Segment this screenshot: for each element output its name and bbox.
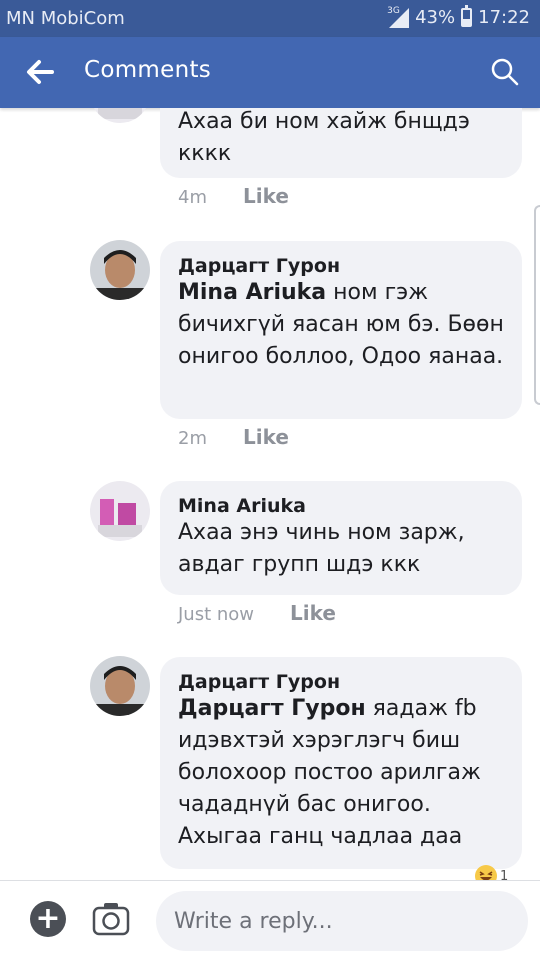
avatar[interactable] <box>90 240 150 300</box>
arrow-back-icon <box>27 60 54 84</box>
signal-icon: 3G <box>387 6 410 28</box>
comment-time: 2m <box>178 428 207 449</box>
like-button[interactable]: Like <box>290 601 336 625</box>
clock: 17:22 <box>478 7 530 28</box>
comment-author[interactable]: Дарцагт Гурон <box>178 255 504 277</box>
scrollbar[interactable] <box>534 205 540 405</box>
back-button[interactable] <box>22 55 56 89</box>
reply-input[interactable] <box>156 891 528 951</box>
comment-text: Ахаа энэ чинь ном зарж, авдаг групп шдэ … <box>178 520 465 577</box>
add-attachment-button[interactable]: + <box>30 901 66 937</box>
comment-text: Ахаа би ном хайж бнщдэ кккк <box>178 109 470 166</box>
reaction-count: 1 <box>500 868 509 881</box>
camera-button[interactable] <box>92 901 130 937</box>
comment-text: Дарцагт Гурон яадаж fb идэвхтэй хэрэглэг… <box>178 693 504 853</box>
app-bar: Comments <box>0 37 540 108</box>
mention-link[interactable]: Дарцагт Гурон <box>178 696 366 721</box>
comment-bubble: Ахаа би ном хайж бнщдэ кккк <box>160 108 522 178</box>
search-button[interactable] <box>490 57 520 87</box>
camera-icon <box>92 903 130 936</box>
search-icon <box>491 58 519 86</box>
reaction-badge[interactable]: 1 <box>474 864 508 880</box>
comment-time: 4m <box>178 187 207 208</box>
status-indicators: 3G 43% 17:22 <box>387 5 530 28</box>
laugh-emoji-icon <box>475 865 497 880</box>
plus-icon: + <box>35 901 61 936</box>
comment-feed[interactable]: Ахаа би ном хайж бнщдэ кккк 4m Like Дарц… <box>0 108 540 880</box>
like-button[interactable]: Like <box>243 184 289 208</box>
carrier-name: MN MobiCom <box>6 8 125 29</box>
reply-bar: + <box>0 880 540 960</box>
comment-text: Mina Ariuka ном гэж бичихгүй яасан юм бэ… <box>178 277 504 373</box>
status-bar: MN MobiCom 3G 43% 17:22 <box>0 0 540 37</box>
avatar[interactable] <box>90 108 150 123</box>
battery-icon <box>461 5 473 27</box>
comment-author[interactable]: Mina Ariuka <box>178 495 504 517</box>
comment-bubble: Mina Ariuka Ахаа энэ чинь ном зарж, авда… <box>160 481 522 595</box>
comment-author[interactable]: Дарцагт Гурон <box>178 671 504 693</box>
battery-percent: 43% <box>415 7 456 28</box>
mention-link[interactable]: Mina Ariuka <box>178 280 326 305</box>
comment-meta: Just now Like <box>178 601 336 625</box>
like-button[interactable]: Like <box>243 425 289 449</box>
comment-time: Just now <box>178 604 255 625</box>
avatar[interactable] <box>90 481 150 541</box>
comment-meta: 2m Like <box>178 425 289 449</box>
comment-meta: 4m Like <box>178 184 289 208</box>
comment-bubble: Дарцагт Гурон Mina Ariuka ном гэж бичихг… <box>160 241 522 419</box>
comment-bubble: Дарцагт Гурон Дарцагт Гурон яадаж fb идэ… <box>160 657 522 869</box>
avatar[interactable] <box>90 656 150 716</box>
page-title: Comments <box>84 57 212 83</box>
